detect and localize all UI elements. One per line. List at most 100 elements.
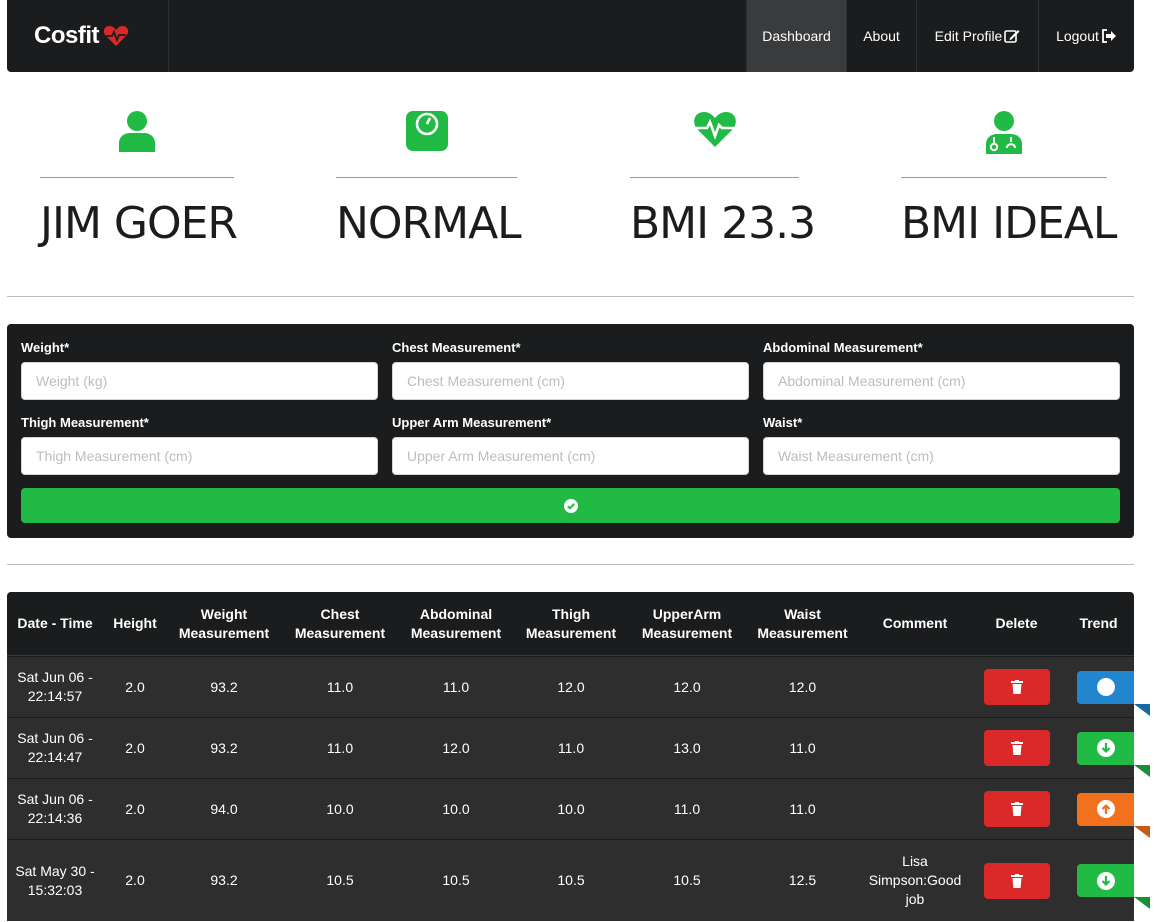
cell-thigh: 11.0: [557, 739, 585, 756]
waist-input[interactable]: [763, 437, 1120, 475]
nav-edit-profile[interactable]: Edit Profile: [916, 0, 1038, 72]
cell-upperarm: 10.5: [673, 872, 701, 888]
cell-trend: [1063, 718, 1150, 778]
brand-name: Cosfit: [34, 22, 100, 49]
delete-button[interactable]: [983, 791, 1050, 827]
cell-trend: [1063, 657, 1150, 717]
measurement-form: Weight* Chest Measurement* Abdominal Mea…: [7, 324, 1134, 538]
table-header: Date - Time Height Weight Measurement Ch…: [7, 592, 1134, 656]
col-header: Height: [113, 615, 157, 631]
trash-icon: [1010, 680, 1023, 694]
cell-date: Sat Jun 06 - 22:14:57: [17, 669, 93, 704]
delete-button[interactable]: [983, 730, 1050, 766]
cell-upperarm: 13.0: [673, 739, 701, 756]
table-row: Sat Jun 06 - 22:14:57 2.0 93.2 11.0 11.0…: [7, 656, 1150, 717]
cell-abdominal: 10.5: [442, 872, 470, 888]
cell-height: 2.0: [125, 800, 145, 817]
divider: [901, 177, 1107, 178]
trend-fold: [1134, 897, 1150, 909]
cell-weight: 93.2: [210, 739, 238, 756]
weight-field-group: Weight*: [21, 340, 378, 400]
cell-height: 2.0: [125, 678, 145, 695]
upper-arm-input[interactable]: [392, 437, 749, 475]
cell-waist: 12.0: [788, 678, 817, 695]
table-row: Sat Jun 06 - 22:14:36 2.0 94.0 10.0 10.0…: [7, 778, 1150, 839]
trash-icon: [1010, 741, 1023, 755]
user-icon: [119, 111, 155, 152]
col-header: UpperArm Measurement: [641, 605, 733, 641]
section-divider: [7, 564, 1134, 565]
cell-chest: 10.0: [326, 800, 354, 817]
trend-button[interactable]: [1077, 864, 1150, 909]
delete-button[interactable]: [983, 862, 1050, 899]
cell-abdominal: 10.0: [442, 800, 470, 817]
trend-button[interactable]: [1077, 731, 1150, 777]
stat-name: JIM GOER: [40, 110, 238, 249]
trend-fold: [1134, 703, 1150, 716]
nav-about-label: About: [863, 28, 900, 44]
cell-waist: 11.0: [789, 800, 816, 817]
cell-waist: 12.5: [788, 872, 817, 888]
heartbeat-icon: [693, 112, 736, 147]
abdominal-field-group: Abdominal Measurement*: [763, 340, 1120, 400]
circle-icon: [1096, 678, 1115, 696]
cell-upperarm: 11.0: [673, 800, 701, 817]
cell-chest: 10.5: [326, 872, 354, 888]
trash-icon: [1010, 873, 1023, 888]
col-header: Chest Measurement: [294, 605, 386, 641]
cell-date: Sat May 30 - 15:32:03: [15, 862, 95, 898]
nav-dashboard[interactable]: Dashboard: [746, 0, 846, 72]
cell-date: Sat Jun 06 - 22:14:47: [17, 730, 93, 765]
trend-fold: [1134, 825, 1150, 838]
col-header: Abdominal Measurement: [410, 605, 502, 641]
nav-logout[interactable]: Logout: [1038, 0, 1134, 72]
col-header: Date - Time: [17, 615, 93, 631]
trend-button[interactable]: [1077, 792, 1150, 838]
stat-bmi: BMI 23.3: [630, 110, 816, 249]
waist-field-group: Waist*: [763, 415, 1120, 475]
section-divider: [7, 296, 1134, 297]
nav-about[interactable]: About: [846, 0, 916, 72]
nav-edit-profile-label: Edit Profile: [934, 28, 1003, 44]
cell-delete: [970, 718, 1063, 778]
cell-trend: [1063, 779, 1150, 839]
delete-button[interactable]: [983, 669, 1050, 705]
check-circle-icon: [563, 498, 578, 513]
thigh-input[interactable]: [21, 437, 378, 475]
cell-thigh: 10.0: [557, 800, 585, 817]
col-header: Comment: [882, 615, 948, 631]
arrow-down-circle-icon: [1096, 871, 1115, 890]
abdominal-input[interactable]: [763, 362, 1120, 400]
cell-trend: [1063, 840, 1150, 921]
cell-chest: 11.0: [326, 678, 354, 695]
cell-height: 2.0: [125, 739, 145, 756]
chest-input[interactable]: [392, 362, 749, 400]
trend-fold: [1134, 764, 1150, 777]
arrow-up-circle-icon: [1096, 800, 1115, 818]
weight-input[interactable]: [21, 362, 378, 400]
nav-logout-label: Logout: [1056, 28, 1099, 44]
trash-icon: [1010, 802, 1023, 816]
cell-weight: 93.2: [210, 678, 238, 695]
submit-button[interactable]: [21, 488, 1120, 523]
cell-abdominal: 12.0: [442, 739, 470, 756]
stat-value-status: NORMAL: [336, 198, 522, 249]
divider: [336, 177, 517, 178]
upper-arm-field-group: Upper Arm Measurement*: [392, 415, 749, 475]
col-header: Delete: [995, 615, 1038, 631]
col-header: Thigh Measurement: [525, 605, 617, 641]
cell-abdominal: 11.0: [442, 678, 470, 695]
thigh-field-group: Thigh Measurement*: [21, 415, 378, 475]
thigh-label: Thigh Measurement*: [21, 415, 149, 430]
brand[interactable]: Cosfit: [7, 0, 169, 72]
heartbeat-icon: [103, 26, 129, 46]
trend-button[interactable]: [1077, 670, 1150, 716]
top-navbar: Cosfit Dashboard About Edit Profile Logo…: [7, 0, 1134, 72]
weight-label: Weight*: [21, 340, 70, 355]
stat-status: NORMAL: [336, 110, 522, 249]
stat-bmi-ideal: BMI IDEAL: [901, 110, 1117, 249]
cell-upperarm: 12.0: [673, 678, 701, 695]
cell-weight: 94.0: [210, 800, 238, 817]
stat-value-bmi: BMI 23.3: [630, 198, 816, 249]
cell-date: Sat Jun 06 - 22:14:36: [17, 791, 93, 826]
